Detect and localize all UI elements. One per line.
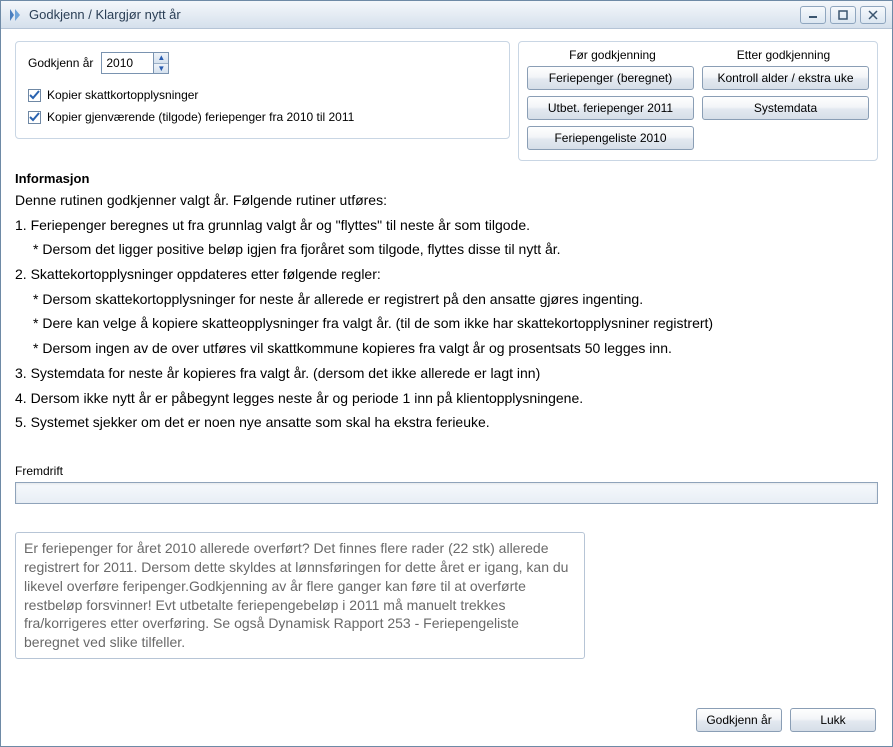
close-button[interactable] (860, 6, 886, 24)
close-dialog-button[interactable]: Lukk (790, 708, 876, 732)
holiday-pay-list-button[interactable]: Feriepengeliste 2010 (527, 126, 694, 150)
info-line-2a: * Dersom skattekortopplysninger for nest… (33, 289, 878, 311)
progress-label: Fremdrift (15, 464, 878, 478)
approve-year-label: Godkjenn år (28, 56, 93, 70)
maximize-button[interactable] (830, 6, 856, 24)
information-heading: Informasjon (15, 171, 878, 186)
info-intro: Denne rutinen godkjenner valgt år. Følge… (15, 190, 878, 212)
footer-buttons: Godkjenn år Lukk (696, 708, 876, 732)
window-title: Godkjenn / Klargjør nytt år (29, 7, 800, 22)
progress-bar (15, 482, 878, 504)
app-icon (7, 7, 23, 23)
information-body: Denne rutinen godkjenner valgt år. Følge… (15, 190, 878, 434)
info-line-2c: * Dersom ingen av de over utføres vil sk… (33, 338, 878, 360)
info-line-2b: * Dere kan velge å kopiere skatteopplysn… (33, 313, 878, 335)
before-approval-header: Før godkjenning (527, 48, 698, 62)
after-approval-header: Etter godkjenning (698, 48, 869, 62)
copy-holiday-checkbox[interactable] (28, 111, 41, 124)
minimize-button[interactable] (800, 6, 826, 24)
approve-panel: Godkjenn år ▲ ▼ Kopier skattkortopplysni… (15, 41, 510, 139)
warning-message: Er feriepenger for året 2010 allerede ov… (15, 532, 585, 659)
year-spin-down[interactable]: ▼ (154, 64, 168, 74)
paid-holiday-pay-button[interactable]: Utbet. feriepenger 2011 (527, 96, 694, 120)
titlebar: Godkjenn / Klargjør nytt år (1, 1, 892, 29)
progress-section: Fremdrift (15, 464, 878, 504)
info-line-5: 5. Systemet sjekker om det er noen nye a… (15, 412, 878, 434)
actions-panel: Før godkjenning Etter godkjenning Feriep… (518, 41, 878, 161)
info-line-1a: * Dersom det ligger positive beløp igjen… (33, 239, 878, 261)
copy-tax-checkbox[interactable] (28, 89, 41, 102)
info-line-2: 2. Skattekortopplysninger oppdateres ett… (15, 264, 878, 286)
info-line-4: 4. Dersom ikke nytt år er påbegynt legge… (15, 388, 878, 410)
info-line-1: 1. Feriepenger beregnes ut fra grunnlag … (15, 215, 878, 237)
information-section: Informasjon Denne rutinen godkjenner val… (15, 171, 878, 434)
holiday-pay-calculated-button[interactable]: Feriepenger (beregnet) (527, 66, 694, 90)
control-age-extra-week-button[interactable]: Kontroll alder / ekstra uke (702, 66, 869, 90)
approve-year-button[interactable]: Godkjenn år (696, 708, 782, 732)
copy-tax-label: Kopier skattkortopplysninger (47, 88, 198, 102)
info-line-3: 3. Systemdata for neste år kopieres fra … (15, 363, 878, 385)
year-spinner: ▲ ▼ (101, 52, 169, 74)
year-input[interactable] (101, 52, 153, 74)
copy-holiday-label: Kopier gjenværende (tilgode) feriepenger… (47, 110, 354, 124)
window-buttons (800, 6, 886, 24)
systemdata-button[interactable]: Systemdata (702, 96, 869, 120)
year-spin-up[interactable]: ▲ (154, 53, 168, 64)
